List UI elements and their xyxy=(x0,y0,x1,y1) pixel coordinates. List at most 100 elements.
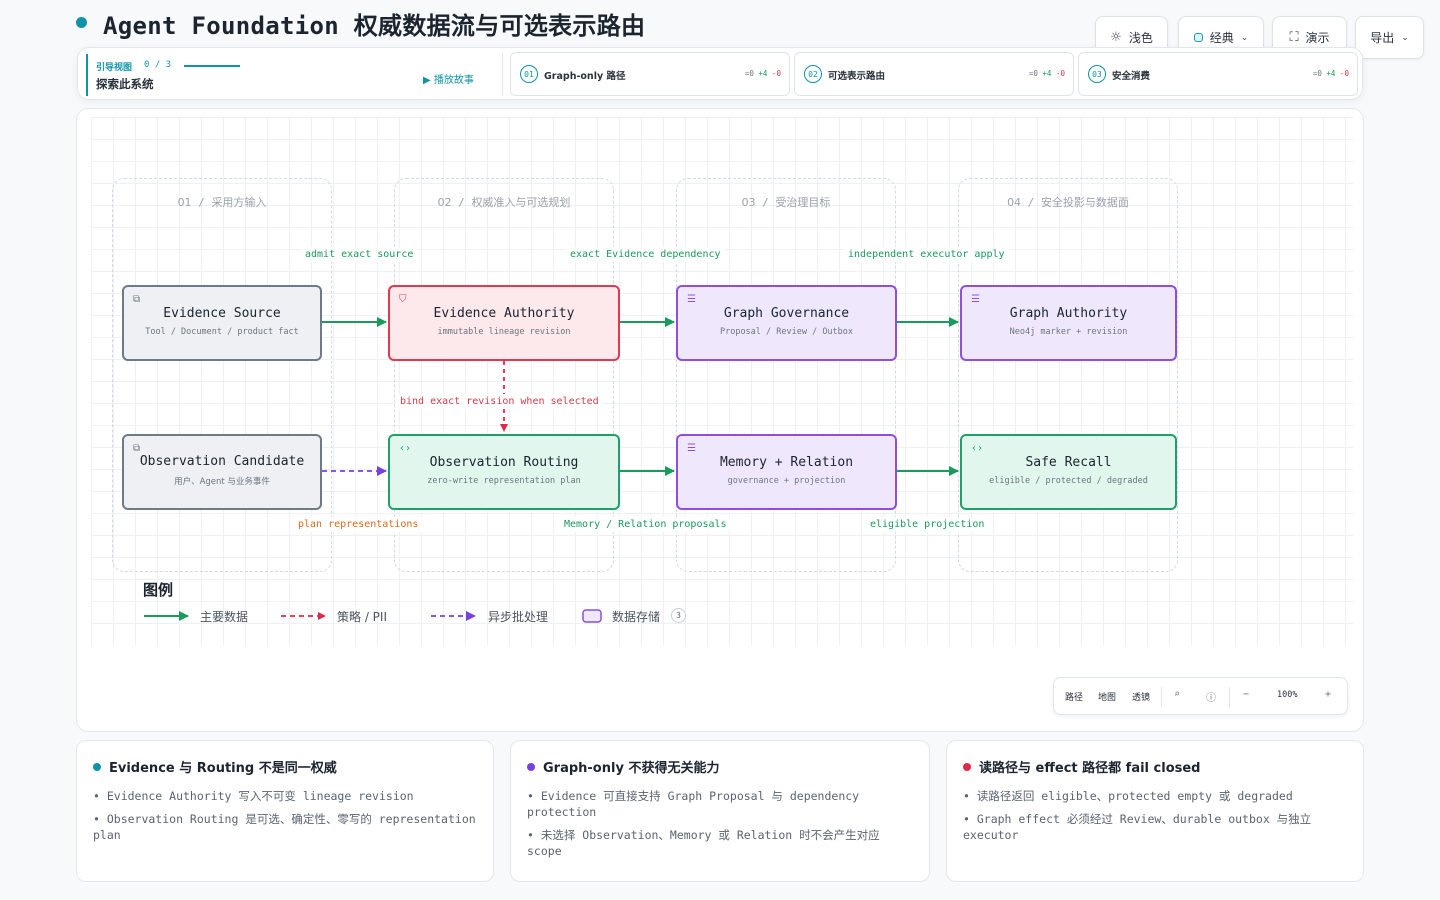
lens-view-button[interactable]: 透镜 xyxy=(1132,690,1150,703)
external-link-icon: ⧉ xyxy=(133,294,141,305)
database-icon: ☰ xyxy=(687,443,696,454)
node-memory-relation[interactable]: ☰ Memory + Relation governance + project… xyxy=(676,434,897,510)
fullscreen-icon: ⛶ xyxy=(1289,30,1299,45)
toolbar-divider xyxy=(1161,687,1162,707)
step-diff: =0 +4 -0 xyxy=(744,69,781,78)
card-dot xyxy=(93,763,101,771)
theme-label: 浅色 xyxy=(1128,31,1153,45)
zoom-out-button[interactable]: − xyxy=(1243,689,1249,700)
edge-label-projection: eligible projection xyxy=(866,517,989,532)
step-label: 可选表示路由 xyxy=(828,71,886,82)
node-graph-authority[interactable]: ☰ Graph Authority Neo4j marker + revisio… xyxy=(960,285,1177,361)
info-card-3: 读路径与 effect 路径都 fail closed • 读路径返回 elig… xyxy=(946,740,1364,882)
page-title: Agent Foundation 权威数据流与可选表示路由 xyxy=(103,12,646,40)
database-icon: ☰ xyxy=(687,294,696,305)
export-button[interactable]: 导出 ⌄ xyxy=(1355,16,1424,59)
code-icon: ‹› xyxy=(971,443,984,454)
node-title: Observation Candidate xyxy=(139,453,305,469)
database-icon: ☰ xyxy=(971,294,980,305)
play-story-button[interactable]: ▶ 播放故事 xyxy=(423,71,474,86)
legend-store-count: 3 xyxy=(671,608,686,623)
node-subtitle: Tool / Document / product fact xyxy=(145,326,299,337)
toolbar-divider xyxy=(1229,687,1230,707)
node-graph-governance[interactable]: ☰ Graph Governance Proposal / Review / O… xyxy=(676,285,897,361)
legend-main-label: 主要数据 xyxy=(200,610,249,624)
step-label: Graph-only 路径 xyxy=(544,71,626,82)
guide-step-2[interactable]: 02 可选表示路由 =0 +4 -0 xyxy=(794,52,1074,96)
zoom-level: 100% xyxy=(1277,690,1298,700)
edge-label-bind: bind exact revision when selected xyxy=(396,394,603,409)
node-observation-routing[interactable]: ‹› Observation Routing zero-write repres… xyxy=(388,434,620,510)
diagram-canvas[interactable]: 01 / 采用方输入 02 / 权威准入与可选规划 03 / 受治理目标 04 … xyxy=(76,108,1364,732)
step-diff: =0 +4 -0 xyxy=(1312,69,1349,78)
card-title: Graph-only 不获得无关能力 xyxy=(543,761,720,776)
guide-divider xyxy=(502,53,503,96)
card-dot xyxy=(963,763,971,771)
card-body: • Evidence 可直接支持 Graph Proposal 与 depend… xyxy=(527,789,880,858)
card-body: • Evidence Authority 写入不可变 lineage revis… xyxy=(93,789,476,842)
node-subtitle: zero-write representation plan xyxy=(427,475,581,486)
edges-layer xyxy=(144,317,959,623)
external-link-icon: ⧉ xyxy=(133,443,141,454)
zoom-in-button[interactable]: + xyxy=(1325,689,1331,700)
step-number: 03 xyxy=(1088,65,1106,83)
info-card-1: Evidence 与 Routing 不是同一权威 • Evidence Aut… xyxy=(76,740,494,882)
export-label: 导出 xyxy=(1370,31,1395,45)
step-label: 安全消费 xyxy=(1112,71,1151,82)
node-observation-candidate[interactable]: ⧉ Observation Candidate 用户、Agent 与业务事件 xyxy=(122,434,322,510)
search-icon[interactable]: ⌕ xyxy=(1174,689,1180,700)
legend-title: 图例 xyxy=(143,581,174,599)
legend-store-label: 数据存储 xyxy=(612,610,661,624)
legend-store-swatch xyxy=(582,609,602,623)
node-title: Memory + Relation xyxy=(719,454,854,470)
style-swatch-icon xyxy=(1193,33,1203,42)
node-title: Observation Routing xyxy=(429,454,579,470)
node-subtitle: 用户、Agent 与业务事件 xyxy=(174,476,270,487)
chevron-down-icon: ⌄ xyxy=(1401,32,1409,43)
sun-icon: ☼ xyxy=(1110,30,1122,45)
node-subtitle: eligible / protected / degraded xyxy=(989,475,1148,486)
card-body: • 读路径返回 eligible、protected empty 或 degra… xyxy=(963,789,1312,842)
legend-policy-label: 策略 / PII xyxy=(337,610,387,624)
map-view-button[interactable]: 地图 xyxy=(1098,690,1116,703)
node-title: Safe Recall xyxy=(1025,454,1112,470)
help-icon[interactable]: ⓘ xyxy=(1206,689,1216,704)
play-icon: ▶ xyxy=(423,75,431,86)
node-evidence-source[interactable]: ⧉ Evidence Source Tool / Document / prod… xyxy=(122,285,322,361)
path-view-button[interactable]: 路径 xyxy=(1065,690,1083,703)
edge-label-proposals: Memory / Relation proposals xyxy=(560,517,731,532)
guide-step-1[interactable]: 01 Graph-only 路径 =0 +4 -0 xyxy=(510,52,790,96)
view-toolbar: 路径 地图 透镜 ⌕ ⓘ − 100% + xyxy=(1053,677,1348,715)
guide-intro: 引导视图 0 / 3 探索此系统 ▶ 播放故事 xyxy=(86,54,504,96)
step-diff: =0 +4 -0 xyxy=(1028,69,1065,78)
guide-progress xyxy=(184,65,240,67)
node-title: Graph Authority xyxy=(1009,305,1128,321)
chevron-down-icon: ⌄ xyxy=(1240,32,1249,43)
edge-label-dependency: exact Evidence dependency xyxy=(566,247,725,262)
node-subtitle: immutable lineage revision xyxy=(437,326,571,337)
present-label: 演示 xyxy=(1305,31,1330,45)
node-evidence-authority[interactable]: ⛉ Evidence Authority immutable lineage r… xyxy=(388,285,620,361)
guide-bar: 引导视图 0 / 3 探索此系统 ▶ 播放故事 01 Graph-only 路径… xyxy=(77,47,1363,100)
step-number: 02 xyxy=(804,65,822,83)
play-label: 播放故事 xyxy=(433,75,474,86)
legend-async-label: 异步批处理 xyxy=(488,610,549,624)
edge-label-plan: plan representations xyxy=(294,517,423,532)
node-title: Evidence Authority xyxy=(433,305,575,321)
node-subtitle: Proposal / Review / Outbox xyxy=(719,326,854,337)
guide-step-3[interactable]: 03 安全消费 =0 +4 -0 xyxy=(1078,52,1358,96)
node-subtitle: Neo4j marker + revision xyxy=(1009,326,1128,337)
code-icon: ‹› xyxy=(399,443,412,454)
edge-label-admit: admit exact source xyxy=(301,247,418,262)
shield-icon: ⛉ xyxy=(399,294,407,305)
card-dot xyxy=(527,763,535,771)
node-safe-recall[interactable]: ‹› Safe Recall eligible / protected / de… xyxy=(960,434,1177,510)
card-title: Evidence 与 Routing 不是同一权威 xyxy=(109,761,337,776)
node-subtitle: governance + projection xyxy=(727,475,846,486)
guide-subtitle: 探索此系统 xyxy=(96,77,154,91)
edge-label-executor: independent executor apply xyxy=(844,247,1009,262)
style-label: 经典 xyxy=(1209,31,1234,45)
node-title: Evidence Source xyxy=(163,305,281,321)
guide-label: 引导视图 xyxy=(96,63,133,73)
step-number: 01 xyxy=(520,65,538,83)
